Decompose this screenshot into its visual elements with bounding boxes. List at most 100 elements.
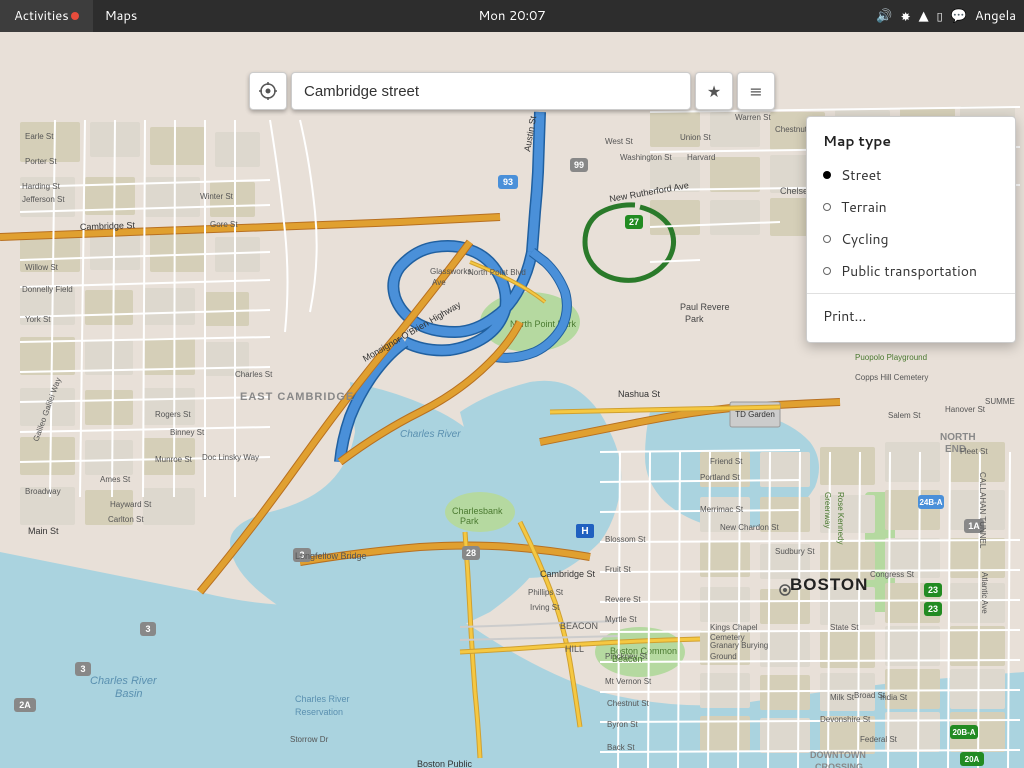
svg-text:Harvard: Harvard [687,153,715,162]
svg-text:Hanover St: Hanover St [945,405,986,414]
svg-text:Kings Chapel: Kings Chapel [710,623,758,632]
svg-text:Doc Linsky Way: Doc Linsky Way [202,453,259,462]
svg-text:BEACON: BEACON [560,621,598,631]
svg-text:SUMME: SUMME [985,397,1015,406]
svg-text:Phillips St: Phillips St [528,588,564,597]
svg-text:Main St: Main St [28,526,59,536]
map-type-street-label: Street [841,165,881,185]
svg-text:North Point Blvd: North Point Blvd [468,268,526,277]
location-icon [258,81,278,101]
star-icon: ★ [707,80,721,103]
svg-text:New Chardon St: New Chardon St [720,523,779,532]
svg-text:Broadway: Broadway [25,487,61,496]
svg-text:Milk St: Milk St [830,693,855,702]
svg-text:99: 99 [574,160,584,170]
svg-text:West St: West St [605,137,634,146]
map-type-street[interactable]: Street [807,159,1015,191]
svg-text:CALLAHAN TUNNEL: CALLAHAN TUNNEL [978,472,987,549]
svg-text:Nashua St: Nashua St [618,389,661,399]
svg-text:Rose Kennedy: Rose Kennedy [836,492,845,544]
svg-text:Hayward St: Hayward St [110,500,152,509]
svg-text:Ave: Ave [432,278,446,287]
map-type-public-transport-label: Public transportation [841,261,977,281]
bluetooth-icon[interactable]: ✸ [901,8,911,25]
svg-text:24B-A: 24B-A [919,498,942,507]
svg-text:Merrimac St: Merrimac St [700,505,744,514]
clock: Mon 20:07 [478,7,545,25]
svg-text:Basin: Basin [115,688,143,700]
volume-icon[interactable]: 🔊 [876,7,892,25]
svg-text:CROSSING: CROSSING [815,762,863,768]
bookmark-button[interactable]: ★ [695,72,733,110]
svg-text:Jefferson St: Jefferson St [22,195,65,204]
map-type-public-transport[interactable]: Public transportation [807,255,1015,287]
svg-text:Reservation: Reservation [295,707,343,717]
svg-text:Atlantic Ave: Atlantic Ave [980,572,989,614]
svg-text:Cambridge St: Cambridge St [540,569,596,579]
radio-empty-terrain [823,203,831,211]
svg-text:NORTH: NORTH [940,432,976,443]
map-type-title: Map type [807,127,1015,159]
svg-text:Harding St: Harding St [22,182,61,191]
svg-text:Cambridge St: Cambridge St [80,220,136,232]
topbar: Activities Maps Mon 20:07 🔊 ✸ ▲ ▯ 💬 Ange… [0,0,1024,32]
svg-text:BOSTON: BOSTON [790,575,868,594]
svg-text:Charles River: Charles River [295,694,350,704]
svg-text:Cemetery: Cemetery [710,633,745,642]
svg-text:3: 3 [145,624,150,634]
svg-text:Rogers St: Rogers St [155,410,191,419]
map-type-cycling[interactable]: Cycling [807,223,1015,255]
map-area[interactable]: North Point Park Charlesbank Park Boston… [0,32,1024,768]
svg-text:Glassworks: Glassworks [430,267,471,276]
wifi-icon[interactable]: ▲ [919,7,929,25]
svg-text:23: 23 [928,604,938,614]
svg-text:Portland St: Portland St [700,473,740,482]
svg-text:Washington St: Washington St [620,153,673,162]
svg-text:Ames St: Ames St [100,475,131,484]
system-tray: 🔊 ✸ ▲ ▯ 💬 Angela [868,7,1024,25]
svg-text:Warren St: Warren St [735,113,771,122]
svg-text:Back St: Back St [607,743,635,752]
svg-text:Blossom St: Blossom St [605,535,646,544]
menu-button[interactable]: ≡ [737,72,775,110]
svg-text:Ground: Ground [710,652,737,661]
svg-text:Fruit St: Fruit St [605,565,632,574]
svg-text:Park: Park [460,516,479,526]
svg-text:Earle St: Earle St [25,132,54,141]
svg-text:Charles River: Charles River [90,675,158,687]
app-name-label: Maps [93,7,150,25]
print-button[interactable]: Print... [807,300,1015,332]
svg-text:2A: 2A [19,700,31,710]
svg-text:Charlesbank: Charlesbank [452,506,503,516]
svg-text:Beacon: Beacon [612,654,643,664]
svg-text:Friend St: Friend St [710,457,743,466]
radio-empty-public-transport [823,267,831,275]
svg-text:Congress St: Congress St [870,570,915,579]
svg-text:Puopolo Playground: Puopolo Playground [855,353,927,362]
svg-text:20A: 20A [965,755,980,764]
svg-text:Winter St: Winter St [200,192,234,201]
battery-icon[interactable]: ▯ [937,8,943,24]
search-input[interactable] [292,83,690,100]
svg-text:Chestnut: Chestnut [775,125,808,134]
svg-text:Donnelly Field: Donnelly Field [22,285,73,294]
location-button[interactable] [249,72,287,110]
svg-text:20B-A: 20B-A [952,728,975,737]
svg-text:3: 3 [80,664,85,674]
svg-text:H: H [581,526,588,537]
svg-text:Granary Burying: Granary Burying [710,641,768,650]
svg-text:Chestnut St: Chestnut St [607,699,650,708]
svg-text:State St: State St [830,623,859,632]
notification-dot [71,12,79,20]
activities-button[interactable]: Activities [0,0,93,32]
svg-text:Storrow Dr: Storrow Dr [290,735,329,744]
svg-text:TD Garden: TD Garden [735,410,775,419]
svg-text:Sudbury St: Sudbury St [775,547,815,556]
chat-icon[interactable]: 💬 [951,7,967,25]
svg-text:Porter St: Porter St [25,157,57,166]
activities-label: Activities [14,7,69,25]
svg-text:Charles River: Charles River [400,429,461,440]
svg-text:Byron St: Byron St [607,720,638,729]
map-type-terrain[interactable]: Terrain [807,191,1015,223]
svg-text:Park: Park [685,314,704,324]
